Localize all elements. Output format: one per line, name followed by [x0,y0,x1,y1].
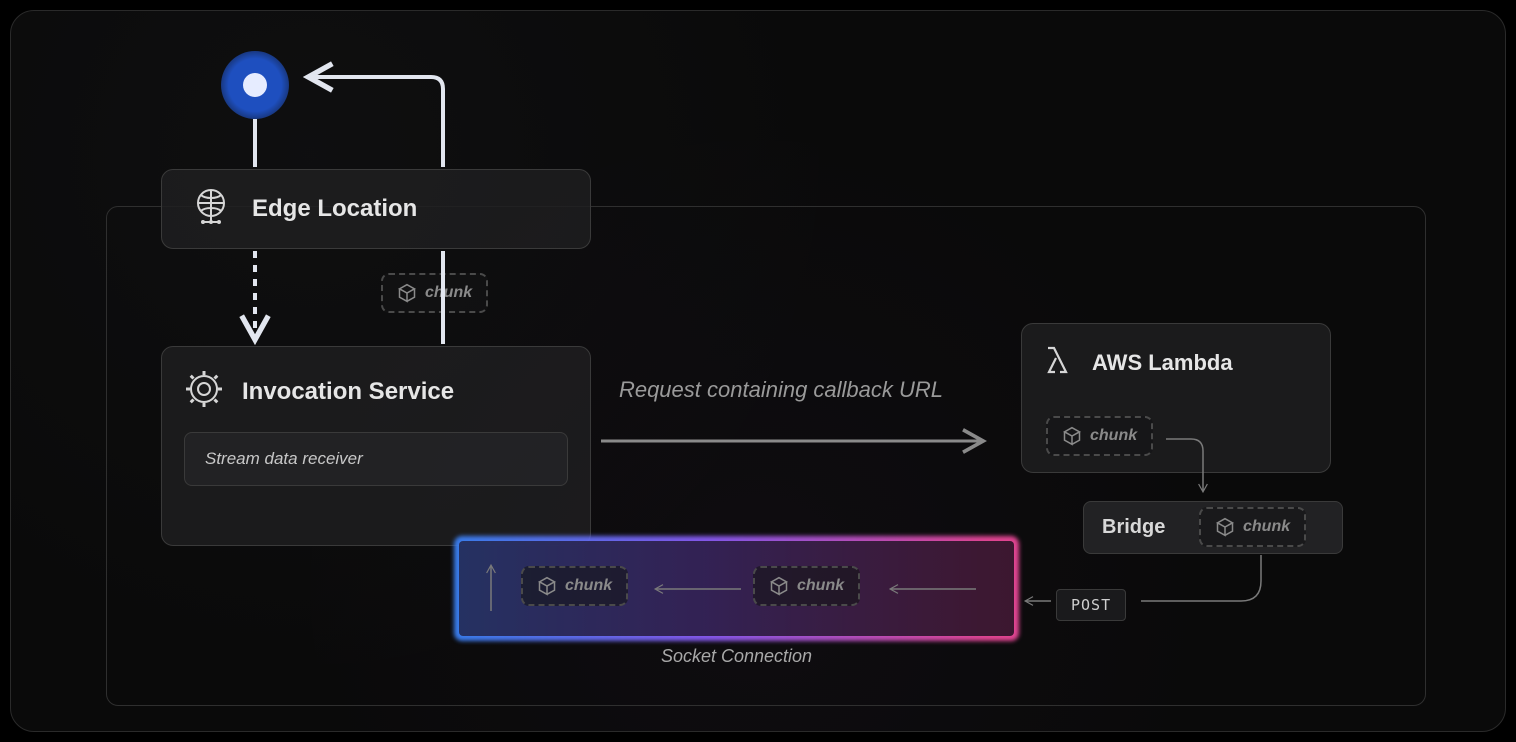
chunk-label: chunk [565,577,612,595]
globe-icon [190,186,232,233]
bridge-label: Bridge [1102,516,1165,539]
aws-lambda-label: AWS Lambda [1092,350,1233,376]
origin-dot-icon [243,73,267,97]
chunk-item: chunk [1199,507,1306,547]
cube-icon [1062,426,1082,446]
chunk-item: chunk [381,273,488,313]
chunk-label: chunk [1243,518,1290,536]
post-badge: POST [1056,589,1126,621]
socket-label: Socket Connection [459,646,1014,667]
invocation-service-node: Invocation Service Stream data receiver [161,346,591,546]
cube-icon [397,283,417,303]
origin-endpoint [221,51,289,119]
post-label: POST [1071,596,1111,614]
chunk-item: chunk [521,566,628,606]
gear-icon [184,369,224,414]
cube-icon [769,576,789,596]
chunk-label: chunk [1090,427,1137,445]
lambda-icon [1040,342,1076,383]
chunk-item: chunk [1046,416,1153,456]
diagram-canvas: Edge Location chunk Invocation Service S… [10,10,1506,732]
chunk-label: chunk [425,284,472,302]
chunk-item: chunk [753,566,860,606]
edge-location-node: Edge Location [161,169,591,249]
invocation-service-label: Invocation Service [242,378,454,406]
request-label: Request containing callback URL [611,376,951,405]
edge-location-label: Edge Location [252,195,417,223]
cube-icon [1215,517,1235,537]
cube-icon [537,576,557,596]
stream-receiver-label: Stream data receiver [205,449,363,468]
chunk-label: chunk [797,577,844,595]
stream-receiver-box: Stream data receiver [184,432,568,486]
